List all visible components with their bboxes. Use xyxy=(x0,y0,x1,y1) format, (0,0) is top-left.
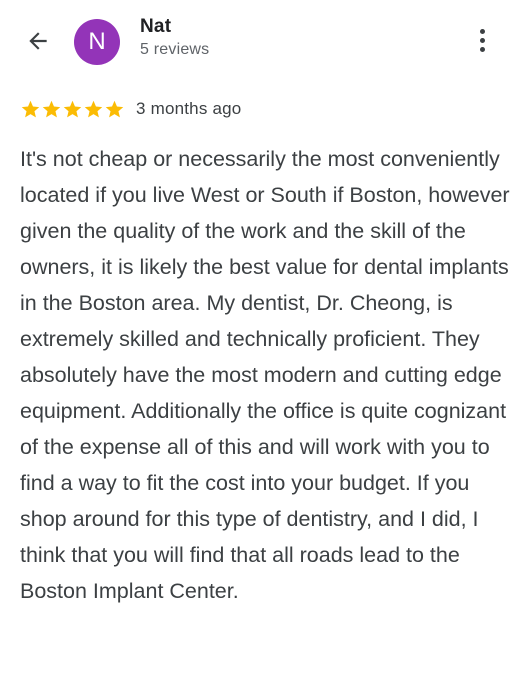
star-rating xyxy=(20,99,125,120)
review-header: N Nat 5 reviews xyxy=(0,0,517,82)
star-icon xyxy=(21,100,40,117)
reviewer-review-count: 5 reviews xyxy=(140,41,210,58)
reviewer-name[interactable]: Nat xyxy=(140,16,171,38)
review-date: 3 months ago xyxy=(136,99,242,118)
star-icon xyxy=(42,100,61,117)
star-icon xyxy=(63,100,82,117)
avatar[interactable]: N xyxy=(74,19,120,65)
arrow-left-icon xyxy=(29,32,47,50)
back-button[interactable] xyxy=(18,21,58,61)
rating-row: 3 months ago xyxy=(20,97,241,121)
review-text: It's not cheap or necessarily the most c… xyxy=(20,147,510,603)
more-vertical-icon xyxy=(479,28,485,34)
more-vertical-icon-dot xyxy=(479,37,485,43)
more-options-button[interactable] xyxy=(466,22,498,58)
avatar-initial: N xyxy=(88,28,106,55)
more-vertical-icon-dot xyxy=(479,46,485,52)
star-icon xyxy=(84,100,103,117)
star-icon xyxy=(105,100,124,117)
